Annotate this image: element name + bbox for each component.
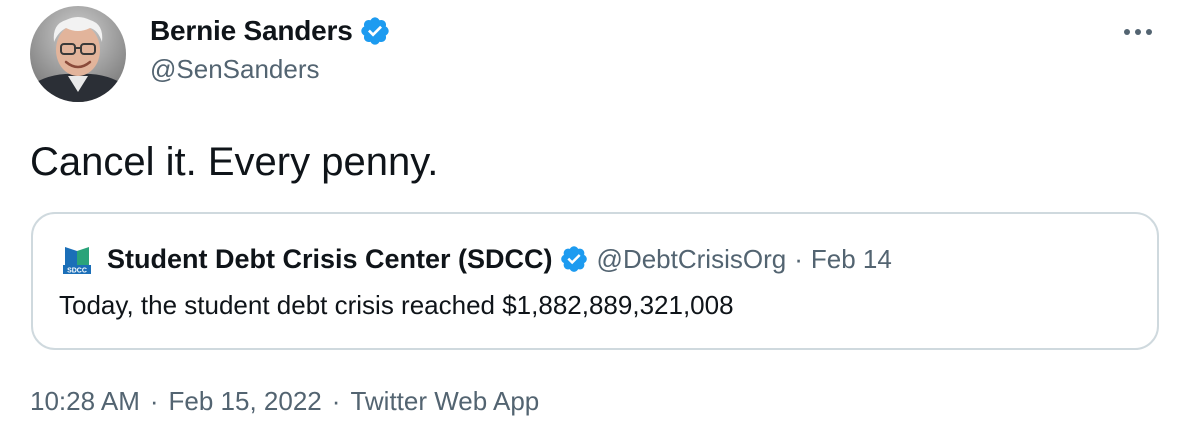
tweet-time[interactable]: 10:28 AM	[30, 386, 140, 417]
quoted-separator: ·	[794, 243, 803, 274]
quoted-tweet-header: SDCC Student Debt Crisis Center (SDCC) @…	[61, 240, 892, 278]
tweet-metadata: 10:28 AM · Feb 15, 2022 · Twitter Web Ap…	[30, 386, 539, 417]
quoted-tweet-text: Today, the student debt crisis reached $…	[59, 290, 734, 320]
author-handle[interactable]: @SenSanders	[150, 54, 320, 85]
quoted-author-handle[interactable]: @DebtCrisisOrg	[597, 244, 787, 275]
author-name-row: Bernie Sanders	[150, 12, 391, 50]
author-display-name[interactable]: Bernie Sanders	[150, 15, 353, 47]
more-horizontal-icon	[1124, 29, 1152, 35]
avatar-photo-icon	[30, 6, 126, 102]
meta-separator-1: ·	[149, 386, 159, 416]
tweet-source[interactable]: Twitter Web App	[350, 386, 539, 417]
svg-text:SDCC: SDCC	[67, 268, 87, 275]
quoted-author-name[interactable]: Student Debt Crisis Center (SDCC)	[107, 244, 553, 275]
quoted-verified-badge-icon	[559, 244, 589, 274]
quoted-tweet-card[interactable]: SDCC Student Debt Crisis Center (SDCC) @…	[31, 212, 1159, 350]
tweet-text: Cancel it. Every penny.	[30, 140, 439, 184]
more-options-button[interactable]	[1118, 14, 1158, 50]
verified-badge-icon	[359, 15, 391, 47]
author-avatar[interactable]	[30, 6, 126, 102]
meta-separator-2: ·	[331, 386, 341, 416]
tweet: Bernie Sanders @SenSanders Cancel it. Ev…	[0, 0, 1198, 436]
tweet-date[interactable]: Feb 15, 2022	[169, 386, 322, 417]
quoted-tweet-date[interactable]: Feb 14	[811, 244, 892, 275]
sdcc-logo-icon: SDCC	[61, 243, 93, 275]
